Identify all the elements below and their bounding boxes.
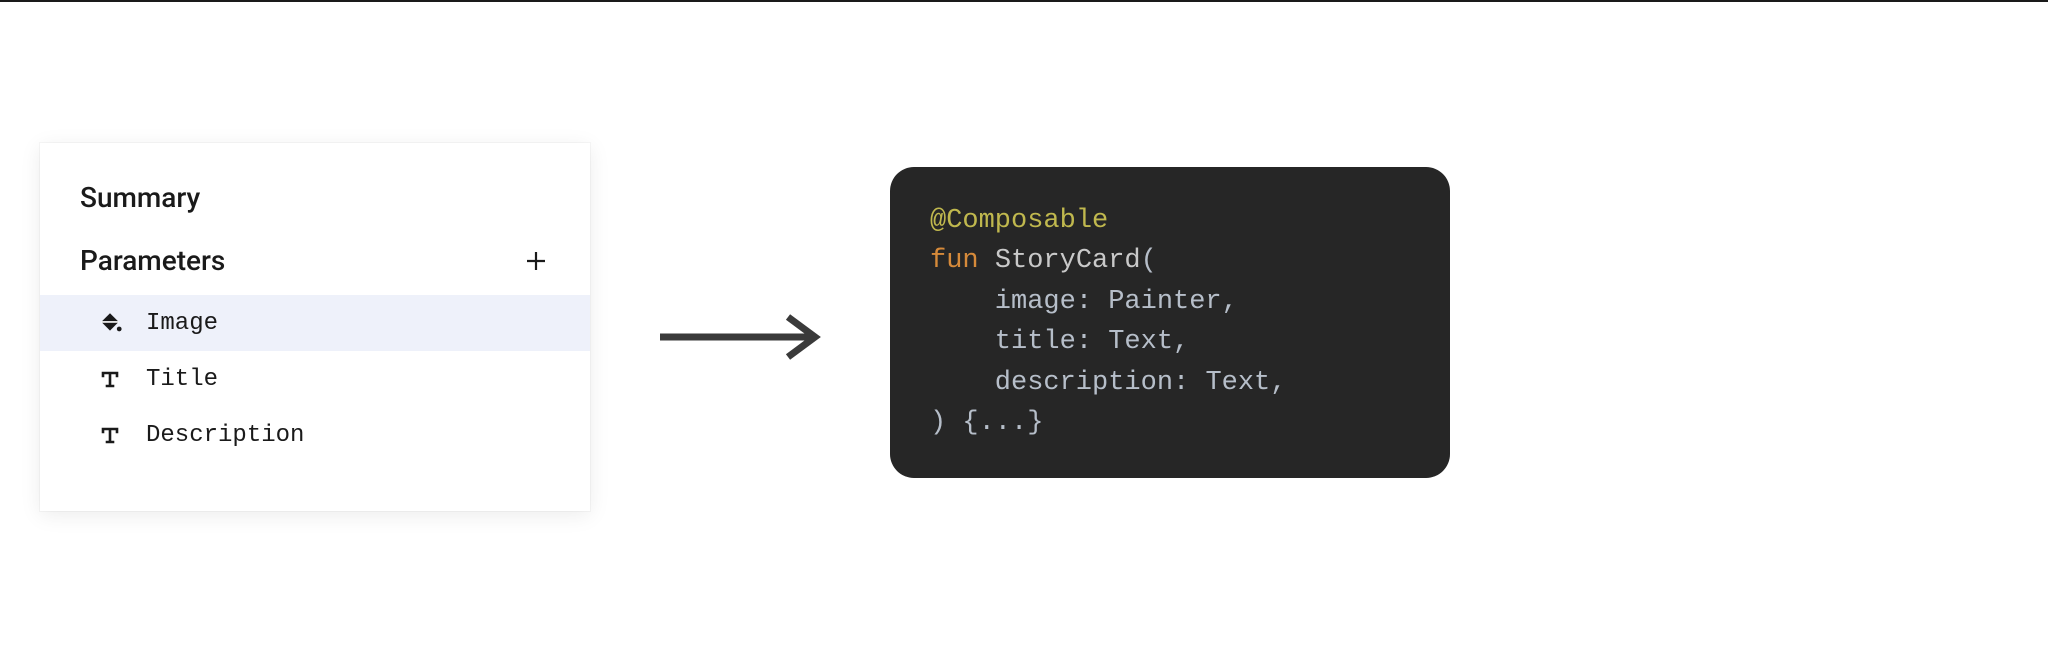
code-param-type: Painter	[1108, 287, 1221, 317]
parameter-label: Image	[146, 310, 218, 337]
code-annotation: @Composable	[930, 206, 1108, 236]
parameter-label: Description	[146, 422, 304, 449]
parameters-heading: Parameters	[80, 244, 225, 277]
text-type-icon	[96, 365, 124, 393]
code-function-name: StoryCard	[995, 246, 1141, 276]
code-param-name: image	[995, 287, 1076, 317]
parameter-row-image[interactable]: Image	[40, 295, 590, 351]
code-param-name: title	[995, 327, 1076, 357]
add-parameter-button[interactable]	[522, 247, 550, 275]
summary-heading: Summary	[40, 181, 590, 214]
code-keyword-fun: fun	[930, 246, 979, 276]
arrow-right-icon	[650, 307, 830, 367]
parameters-header: Parameters	[40, 244, 590, 277]
text-type-icon	[96, 421, 124, 449]
properties-panel: Summary Parameters Image	[40, 143, 590, 511]
code-body-placeholder: {...}	[962, 408, 1043, 438]
parameter-row-title[interactable]: Title	[40, 351, 590, 407]
code-preview: @Composable fun StoryCard( image: Painte…	[890, 167, 1450, 478]
parameter-row-description[interactable]: Description	[40, 407, 590, 463]
code-param-name: description	[995, 368, 1173, 398]
parameter-label: Title	[146, 366, 218, 393]
code-param-type: Text	[1205, 368, 1270, 398]
code-param-type: Text	[1108, 327, 1173, 357]
fill-bucket-icon	[96, 309, 124, 337]
